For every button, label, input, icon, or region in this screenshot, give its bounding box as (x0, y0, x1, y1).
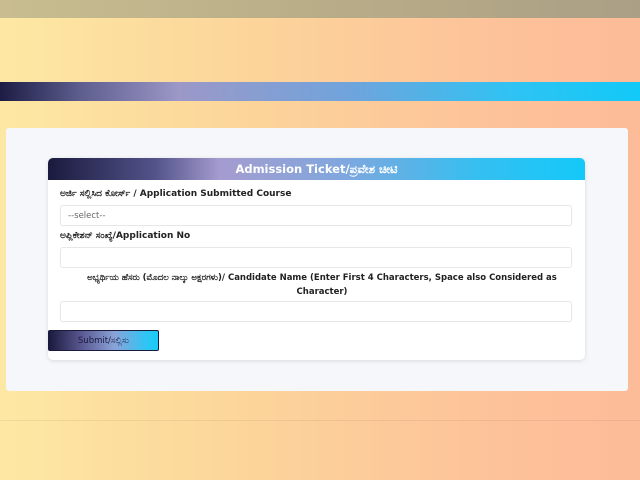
admission-ticket-card: Admission Ticket/ಪ್ರವೇಶ ಚೀಟಿ ಅರ್ಜಿ ಸಲ್ಲಿ… (48, 158, 585, 360)
footer-divider (0, 420, 640, 421)
appno-input[interactable] (60, 247, 572, 268)
course-label: ಅರ್ಜಿ ಸಲ್ಲಿಸಿದ ಕೋರ್ಸ್ / Application Subm… (60, 189, 292, 199)
submit-button[interactable]: Submit/ಸಲ್ಲಿಸು (48, 330, 159, 351)
course-select[interactable]: --select-- (60, 205, 572, 226)
appno-label: ಅಪ್ಲಿಕೇಶನ್ ಸಂಖ್ಯೆ/Application No (60, 231, 191, 241)
gradient-nav-strip (0, 82, 640, 101)
main-content: Admission Ticket/ಪ್ರವೇಶ ಚೀಟಿ ಅರ್ಜಿ ಸಲ್ಲಿ… (6, 128, 628, 391)
top-bar (0, 0, 640, 18)
candidate-name-label: ಅಭ್ಯರ್ಥಿಯ ಹೆಸರು (ಮೊದಲ ನಾಲ್ಕು ಅಕ್ಷರಗಳು)/ … (87, 273, 557, 297)
card-title: Admission Ticket/ಪ್ರವೇಶ ಚೀಟಿ (48, 158, 585, 180)
course-select-value: --select-- (68, 210, 106, 221)
chevron-down-icon (557, 214, 563, 218)
candidate-name-input[interactable] (60, 301, 572, 322)
